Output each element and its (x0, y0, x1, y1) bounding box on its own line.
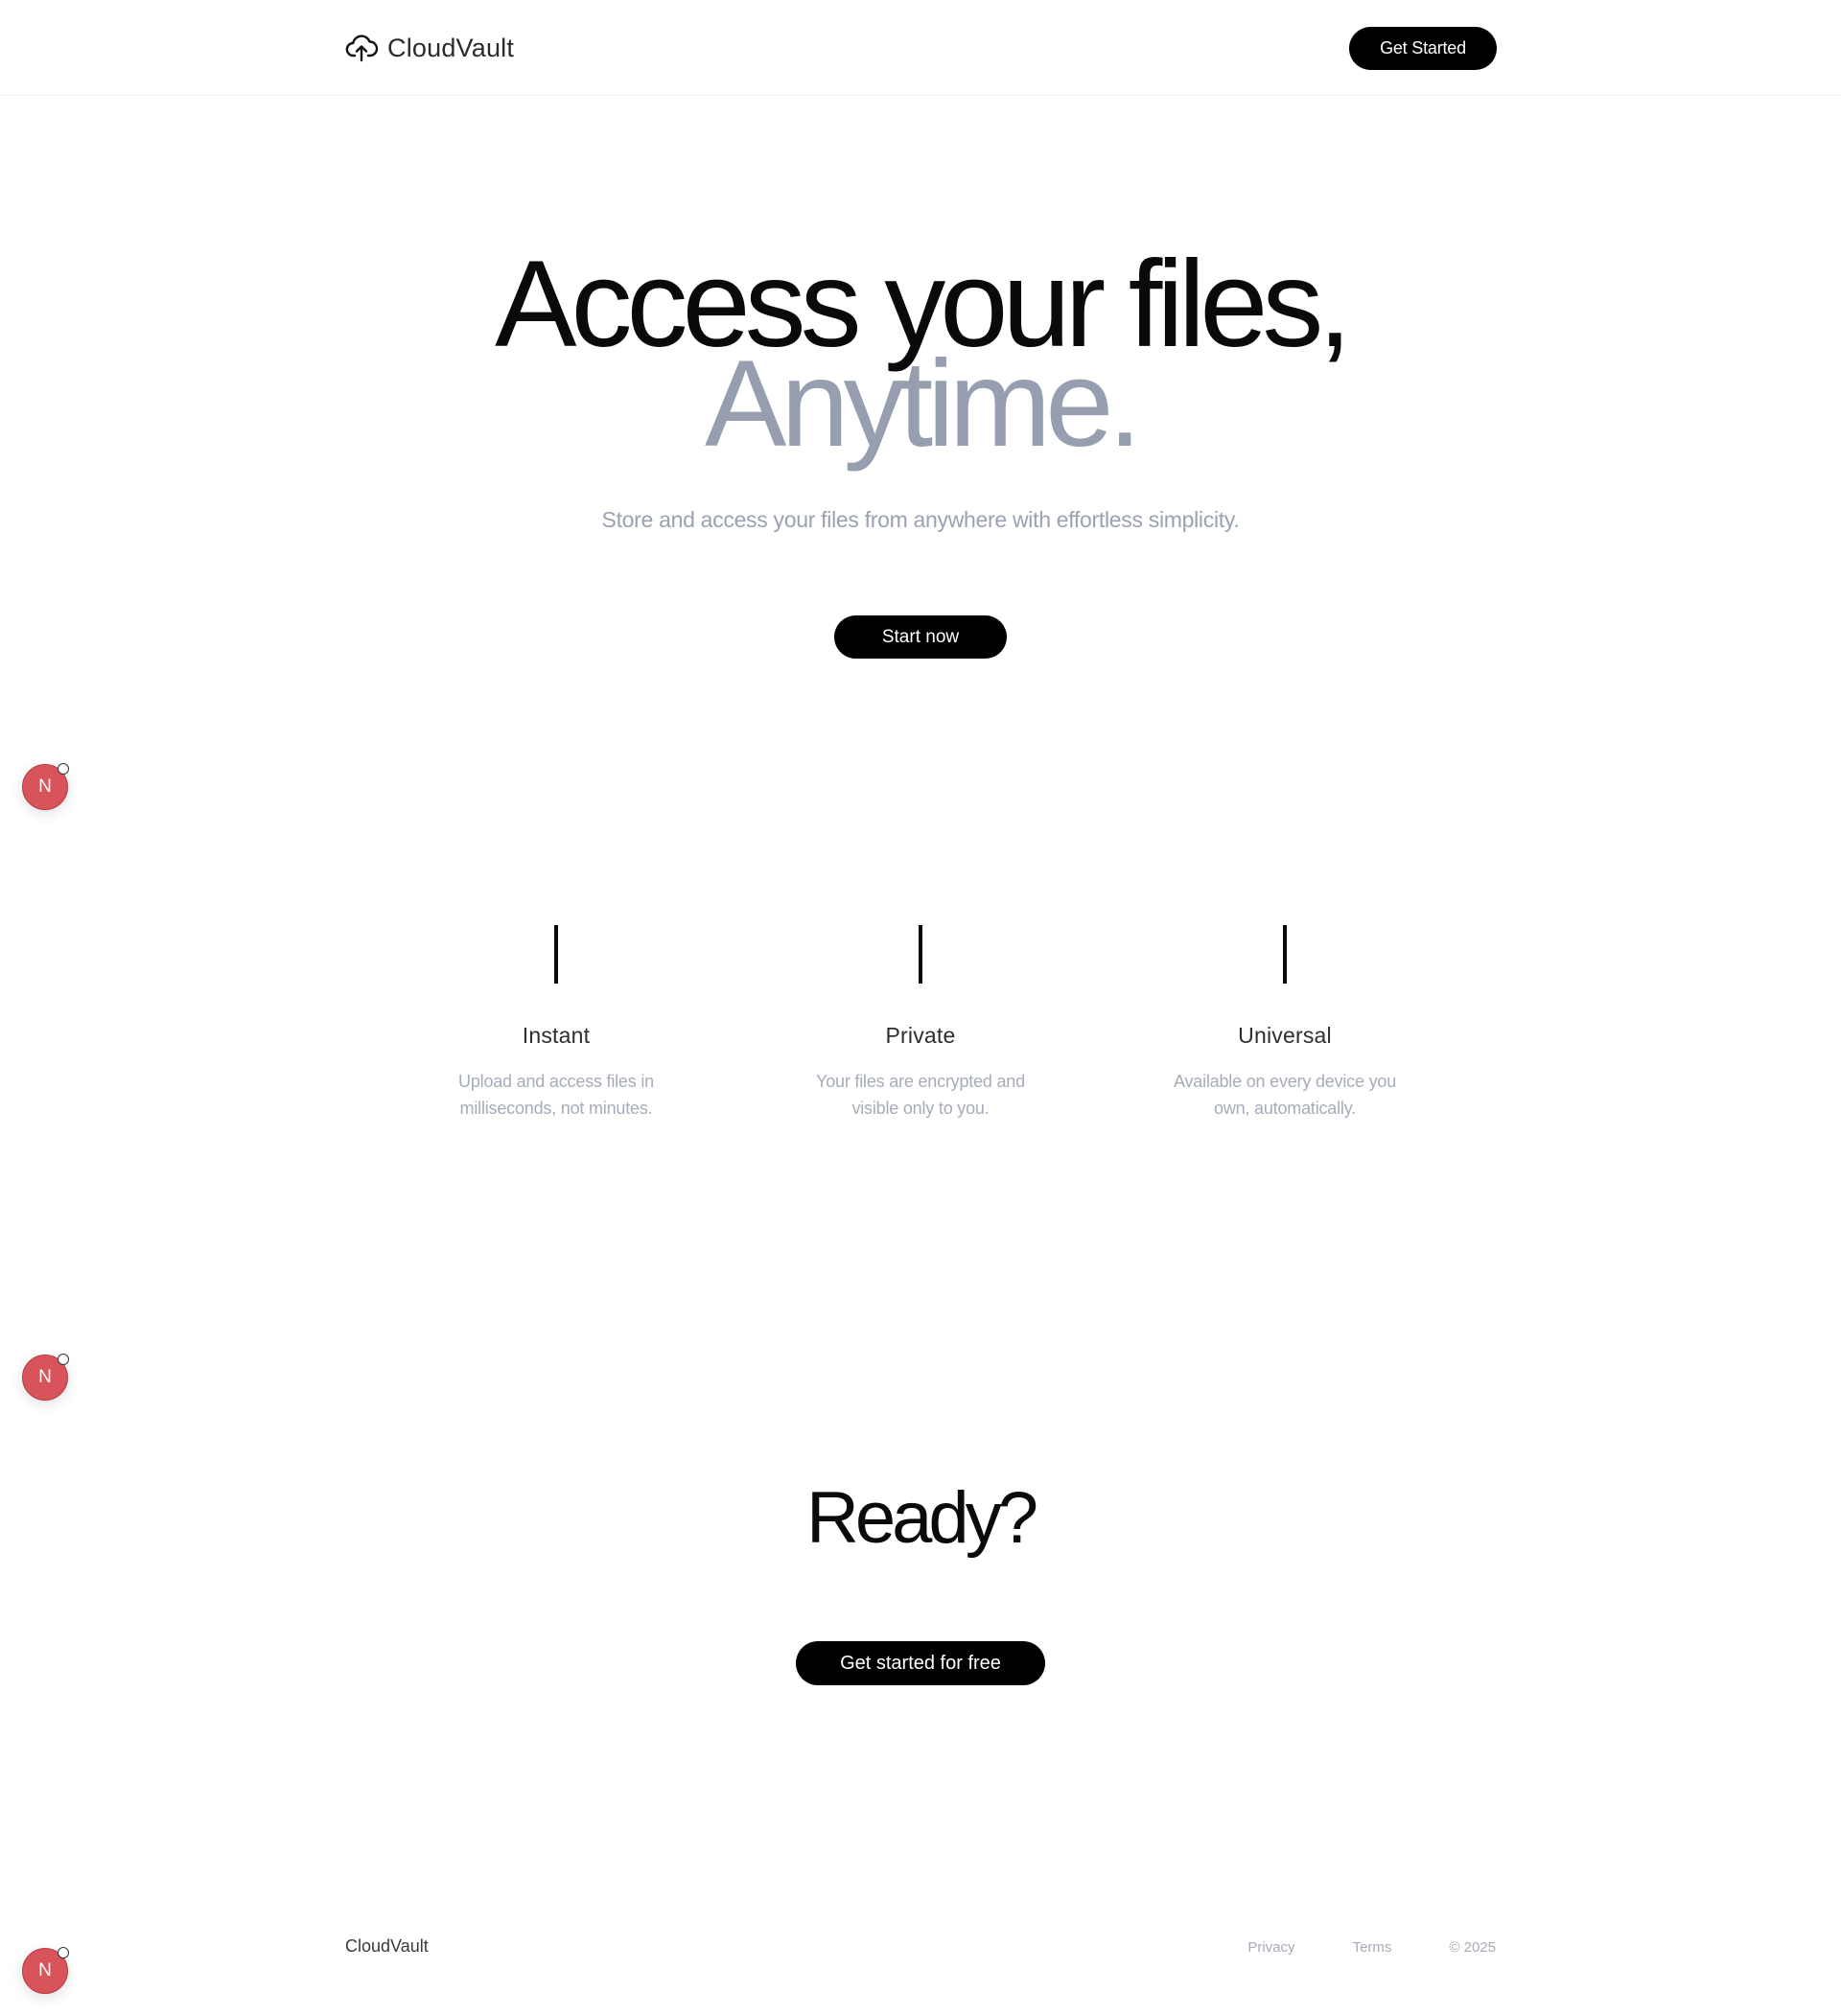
feature-title: Private (885, 1023, 956, 1048)
footer-link-privacy[interactable]: Privacy (1247, 1939, 1294, 1956)
footer-link-terms[interactable]: Terms (1353, 1939, 1392, 1956)
feature-bar-icon (554, 925, 558, 984)
get-started-free-button[interactable]: Get started for free (796, 1641, 1045, 1685)
start-now-button[interactable]: Start now (834, 615, 1007, 659)
feature-description: Upload and access files in milliseconds,… (458, 1072, 654, 1118)
feature-card-instant: Instant Upload and access files in milli… (412, 925, 700, 1122)
hero-subtitle: Store and access your files from anywher… (601, 507, 1240, 532)
cta-title: Ready? (806, 1477, 1038, 1559)
feature-description: Your files are encrypted and visible onl… (816, 1072, 1025, 1118)
badge-label: N (38, 1367, 52, 1387)
hero-title-accent: Anytime. (705, 336, 1142, 473)
floating-badge-button[interactable]: N (22, 763, 69, 810)
feature-card-universal: Universal Available on every device you … (1141, 925, 1429, 1122)
feature-title: Universal (1238, 1023, 1332, 1048)
feature-bar-icon (919, 925, 922, 984)
feature-bar-icon (1283, 925, 1287, 984)
floating-badge-button[interactable]: N (22, 1354, 69, 1401)
feature-title: Instant (522, 1023, 591, 1048)
brand-name: CloudVault (387, 33, 515, 62)
cloud-upload-icon (345, 35, 378, 62)
notification-dot-icon (58, 763, 69, 775)
brand-logo[interactable]: CloudVault (345, 32, 514, 64)
feature-description: Available on every device you own, autom… (1173, 1072, 1396, 1118)
badge-label: N (38, 1960, 52, 1981)
footer-copyright: © 2025 (1449, 1939, 1496, 1956)
footer-links: Privacy Terms © 2025 (1247, 1939, 1496, 1956)
notification-dot-icon (58, 1354, 69, 1365)
notification-dot-icon (58, 1947, 69, 1958)
site-header: CloudVault Get Started (0, 0, 1841, 96)
badge-label: N (38, 776, 52, 797)
footer-brand: CloudVault (345, 1936, 429, 1956)
feature-card-private: Private Your files are encrypted and vis… (777, 925, 1064, 1122)
floating-badge-button[interactable]: N (22, 1947, 69, 1994)
get-started-button[interactable]: Get Started (1349, 27, 1497, 70)
